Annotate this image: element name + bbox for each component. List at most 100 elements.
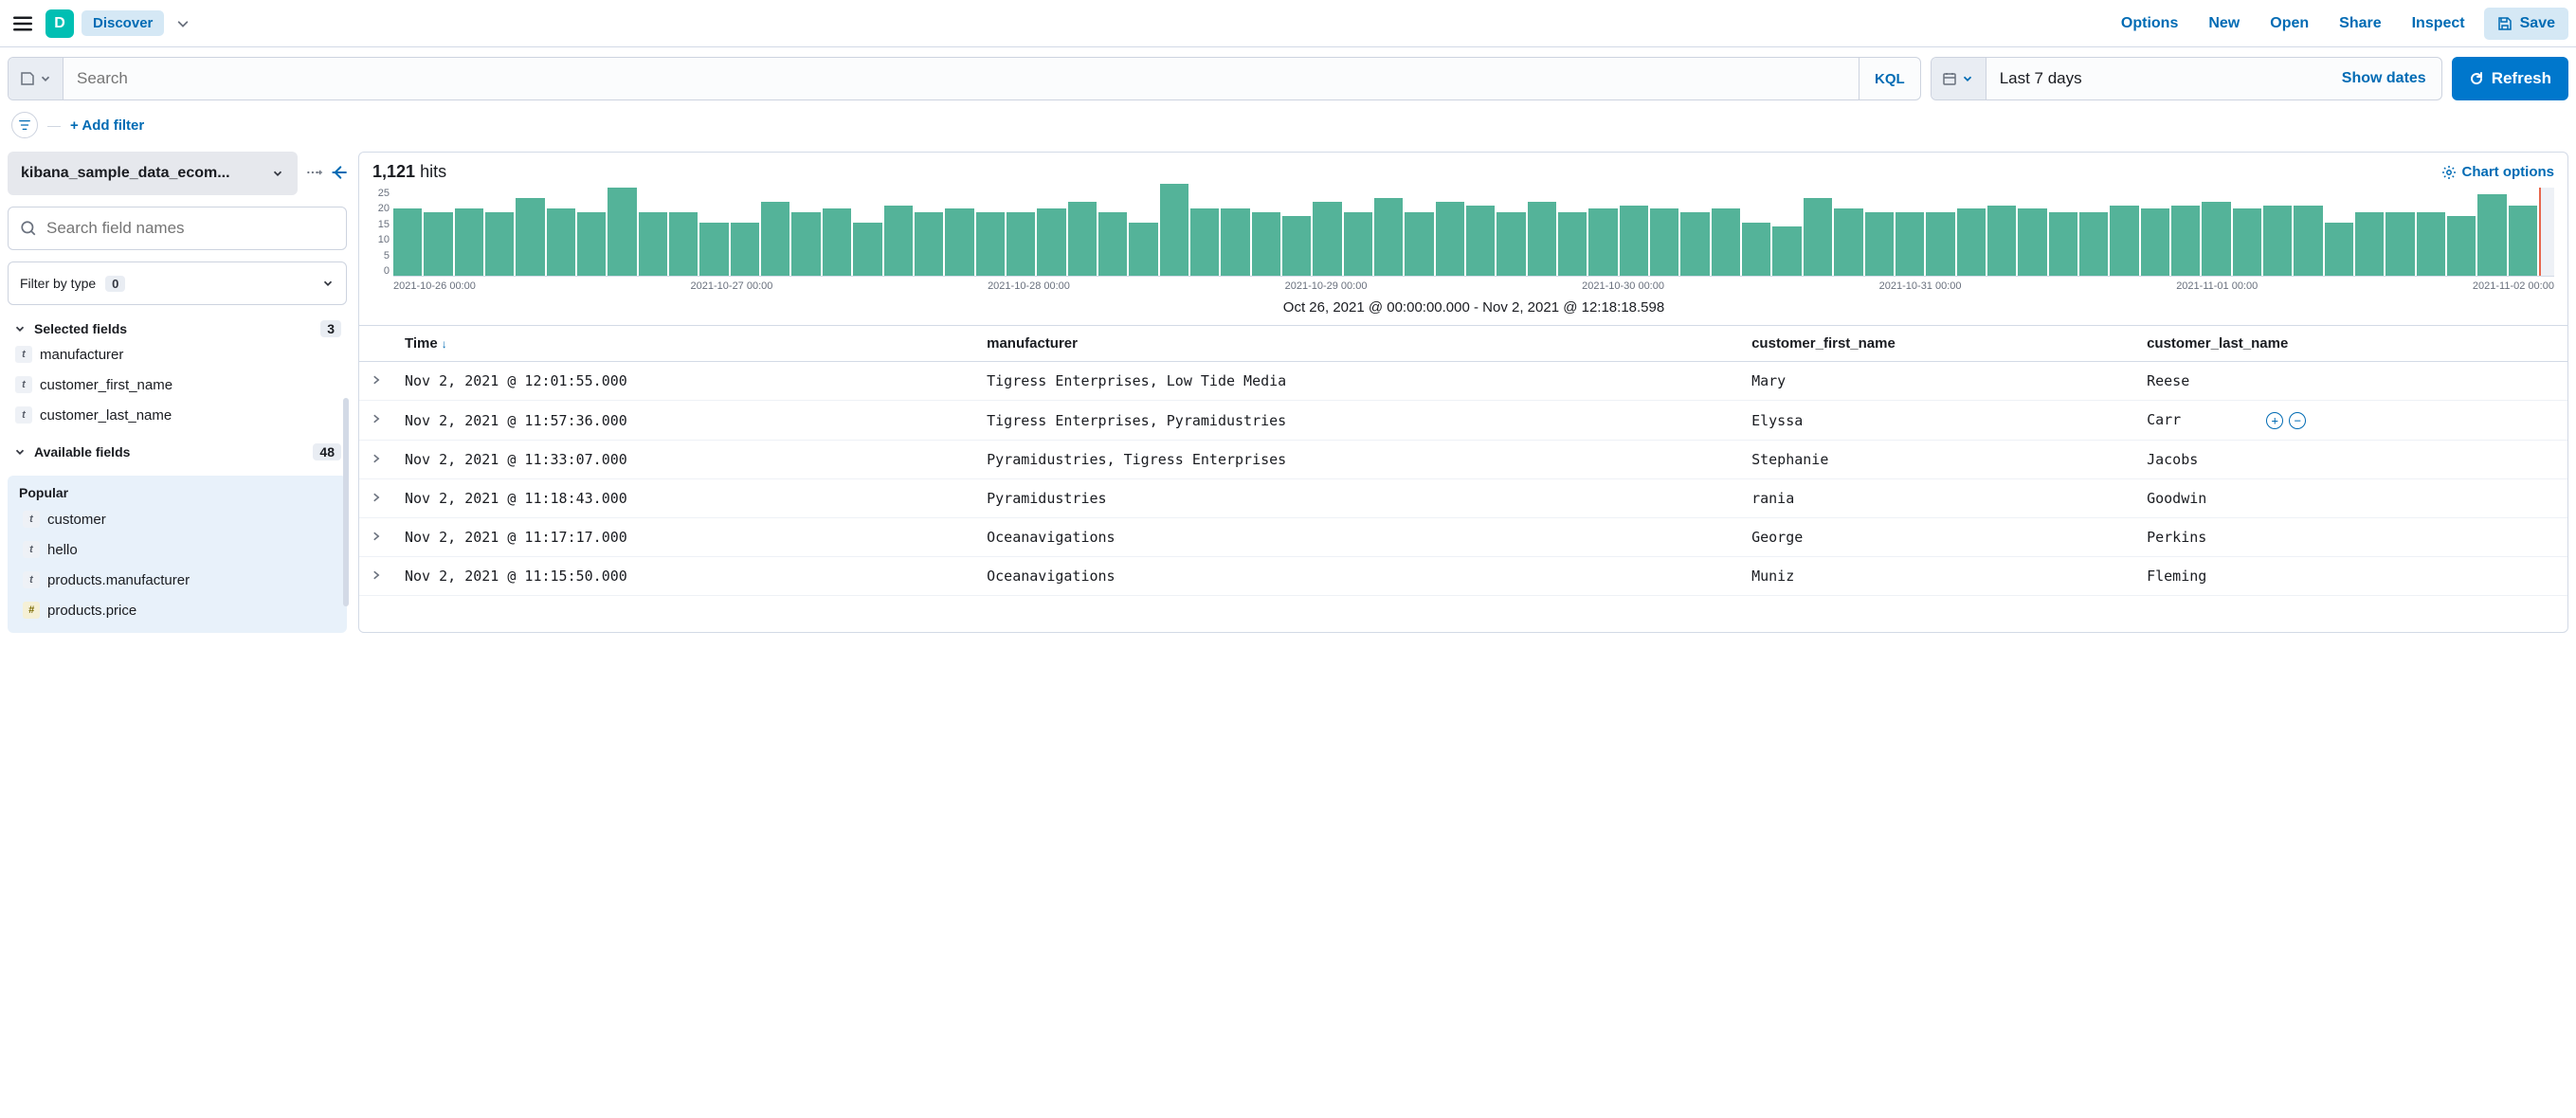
bar[interactable] [1313, 202, 1341, 276]
available-fields-toggle[interactable]: Available fields 48 [8, 440, 347, 464]
filter-in-icon[interactable]: + [2266, 412, 2283, 429]
bar[interactable] [1834, 208, 1862, 276]
bar[interactable] [424, 212, 452, 276]
field-item[interactable]: tcustomer_last_name [8, 402, 347, 428]
bar[interactable] [1344, 212, 1372, 276]
col-manufacturer[interactable]: manufacturer [975, 326, 1740, 362]
index-pattern-selector[interactable]: kibana_sample_data_ecom... [8, 152, 298, 195]
filter-by-type-button[interactable]: Filter by type 0 [8, 261, 347, 305]
bar[interactable] [2049, 212, 2077, 276]
scrollbar[interactable] [343, 398, 349, 606]
bar[interactable] [1436, 202, 1464, 276]
bar[interactable] [547, 208, 575, 276]
bar[interactable] [945, 208, 973, 276]
bar[interactable] [2417, 212, 2445, 276]
bar[interactable] [823, 208, 851, 276]
options-link[interactable]: Options [2110, 9, 2189, 38]
bar[interactable] [2110, 206, 2138, 276]
bar[interactable] [2171, 206, 2200, 276]
bar[interactable] [976, 212, 1005, 276]
bar[interactable] [1772, 226, 1801, 276]
open-link[interactable]: Open [2259, 9, 2320, 38]
add-index-icon[interactable] [305, 164, 322, 184]
bar[interactable] [761, 202, 789, 276]
inspect-link[interactable]: Inspect [2401, 9, 2476, 38]
filter-options-button[interactable] [11, 112, 38, 138]
bar[interactable] [2325, 223, 2353, 276]
bar[interactable] [1129, 223, 1157, 276]
collapse-sidebar-icon[interactable] [330, 164, 347, 184]
time-range-label[interactable]: Last 7 days [1986, 58, 2327, 99]
bar[interactable] [1987, 206, 2016, 276]
selected-fields-toggle[interactable]: Selected fields 3 [8, 316, 347, 341]
query-language-button[interactable]: KQL [1859, 58, 1920, 99]
bar[interactable] [2233, 208, 2261, 276]
bar[interactable] [485, 212, 514, 276]
refresh-button[interactable]: Refresh [2452, 57, 2568, 100]
bar[interactable] [2386, 212, 2414, 276]
bar[interactable] [699, 223, 728, 276]
time-quick-select[interactable] [1932, 58, 1986, 99]
share-link[interactable]: Share [2328, 9, 2392, 38]
bar[interactable] [1190, 208, 1219, 276]
field-item[interactable]: tcustomer_first_name [8, 371, 347, 398]
bar[interactable] [2018, 208, 2046, 276]
bar[interactable] [1865, 212, 1894, 276]
add-filter-button[interactable]: + Add filter [70, 117, 144, 134]
bar[interactable] [2447, 216, 2476, 276]
bar[interactable] [1160, 184, 1188, 276]
col-first-name[interactable]: customer_first_name [1740, 326, 2135, 362]
bar[interactable] [2202, 202, 2230, 276]
bar[interactable] [1497, 212, 1525, 276]
bar[interactable] [1742, 223, 1770, 276]
bar[interactable] [1680, 212, 1709, 276]
bar[interactable] [1007, 212, 1035, 276]
bar[interactable] [1282, 216, 1311, 276]
bar[interactable] [1588, 208, 1617, 276]
bar[interactable] [915, 212, 943, 276]
bar[interactable] [577, 212, 606, 276]
bar[interactable] [1098, 212, 1127, 276]
app-switcher-chevron[interactable] [172, 12, 194, 35]
bar[interactable] [1405, 212, 1433, 276]
field-item[interactable]: tmanufacturer [8, 341, 347, 368]
col-time[interactable]: Time↓ [393, 326, 975, 362]
bar[interactable] [1896, 212, 1924, 276]
field-item[interactable]: thello [15, 536, 339, 563]
bar[interactable] [884, 206, 913, 276]
bar[interactable] [1068, 202, 1097, 276]
bar[interactable] [393, 208, 422, 276]
bar[interactable] [455, 208, 483, 276]
chart-options-button[interactable]: Chart options [2441, 164, 2555, 180]
expand-row-button[interactable] [359, 362, 393, 401]
bar[interactable] [516, 198, 544, 276]
bar[interactable] [791, 212, 820, 276]
field-item[interactable]: #products.price [15, 597, 339, 623]
bar[interactable] [853, 223, 881, 276]
expand-row-button[interactable] [359, 479, 393, 518]
field-item[interactable]: tproducts.manufacturer [15, 567, 339, 593]
bar[interactable] [1221, 208, 1249, 276]
show-dates-button[interactable]: Show dates [2327, 58, 2441, 99]
histogram-chart[interactable]: 2520151050 2021-10-26 00:002021-10-27 00… [359, 188, 2567, 325]
bar[interactable] [1252, 212, 1280, 276]
expand-row-button[interactable] [359, 401, 393, 441]
save-button[interactable]: Save [2484, 8, 2568, 40]
bar[interactable] [731, 223, 759, 276]
new-link[interactable]: New [2197, 9, 2251, 38]
bar[interactable] [1957, 208, 1986, 276]
bar[interactable] [2477, 194, 2506, 276]
bar[interactable] [1037, 208, 1065, 276]
bar[interactable] [2294, 206, 2322, 276]
saved-query-button[interactable] [9, 58, 63, 99]
bar[interactable] [639, 212, 667, 276]
expand-row-button[interactable] [359, 518, 393, 557]
bar[interactable] [1926, 212, 1954, 276]
bar[interactable] [1558, 212, 1587, 276]
bar[interactable] [1650, 208, 1678, 276]
bar[interactable] [2509, 206, 2537, 276]
bar[interactable] [2263, 206, 2292, 276]
col-last-name[interactable]: customer_last_name [2135, 326, 2567, 362]
nav-menu-button[interactable] [8, 9, 38, 39]
expand-row-button[interactable] [359, 441, 393, 479]
